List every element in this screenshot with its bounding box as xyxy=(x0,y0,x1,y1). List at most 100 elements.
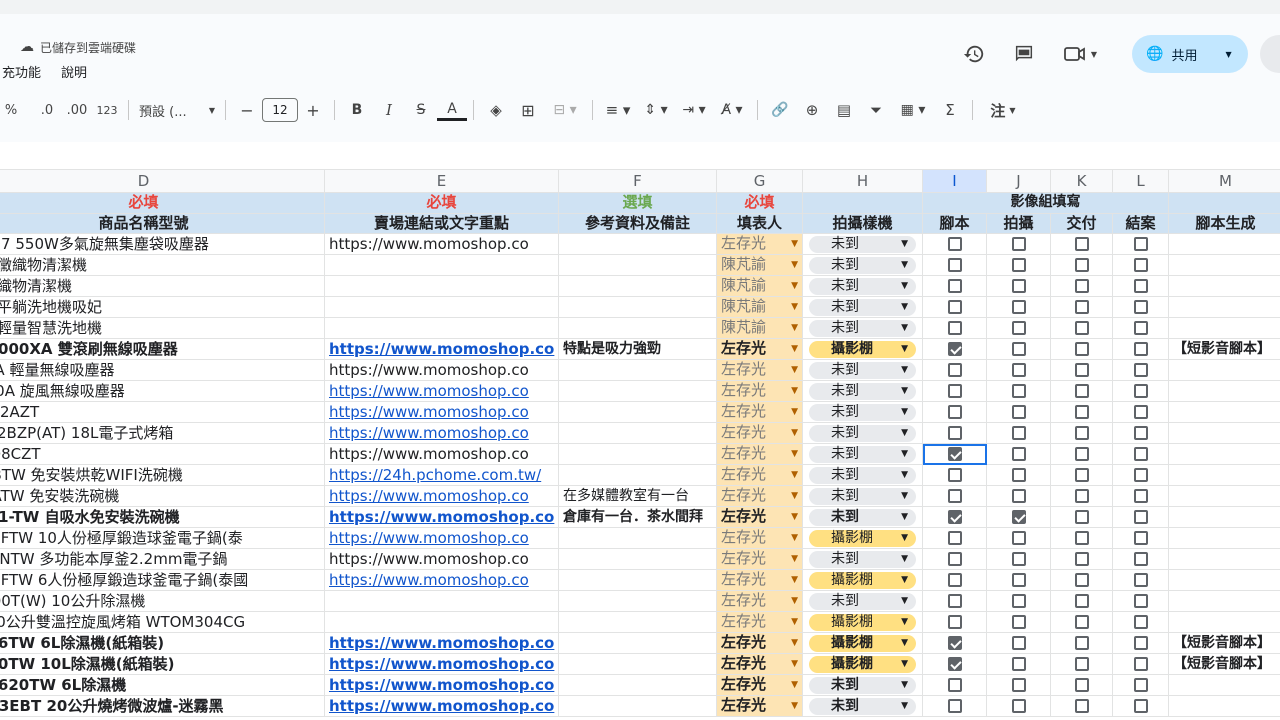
shoot-checkbox[interactable] xyxy=(1011,258,1026,273)
note-cell[interactable] xyxy=(558,674,717,697)
note-cell[interactable] xyxy=(558,695,717,718)
script-checkbox[interactable] xyxy=(947,468,962,483)
product-name-cell[interactable]: EE06TW 6L除濕機(紙箱裝) xyxy=(0,632,325,655)
filler-cell[interactable]: 左存光 ▼ xyxy=(716,380,803,403)
dropdown-arrow-icon[interactable]: ▼ xyxy=(791,466,798,485)
shoot-checkbox[interactable] xyxy=(1011,636,1026,651)
store-link-cell[interactable] xyxy=(324,590,559,613)
vertical-align-icon[interactable]: ⇕ ▾ xyxy=(637,96,675,124)
store-link-cell[interactable]: https://www.momoshop.co xyxy=(324,527,559,550)
shoot-checkbox[interactable] xyxy=(1011,510,1026,525)
deliver-checkbox[interactable] xyxy=(1074,426,1089,441)
column-header-m[interactable]: M xyxy=(1168,169,1280,193)
menu-help[interactable]: 說明 xyxy=(59,62,89,84)
filler-cell[interactable]: 左存光 ▼ xyxy=(716,527,803,550)
meet-video-icon[interactable]: ▼ xyxy=(1056,36,1104,72)
shoot-checkbox[interactable] xyxy=(1011,531,1026,546)
dropdown-arrow-icon[interactable]: ▼ xyxy=(791,445,798,464)
script-checkbox[interactable] xyxy=(947,447,962,462)
note-cell[interactable] xyxy=(558,380,717,403)
close-checkbox[interactable] xyxy=(1133,384,1148,399)
dropdown-arrow-icon[interactable]: ▼ xyxy=(791,697,798,716)
filter-views-icon[interactable]: ▦ ▾ xyxy=(892,96,934,124)
deliver-checkbox[interactable] xyxy=(1074,615,1089,630)
script-gen-cell[interactable] xyxy=(1168,401,1280,424)
product-name-cell[interactable]: MG08CZT xyxy=(0,443,325,466)
note-cell[interactable] xyxy=(558,569,717,592)
filler-cell[interactable]: 左存光 ▼ xyxy=(716,674,803,697)
deliver-checkbox[interactable] xyxy=(1074,363,1089,378)
store-link-cell[interactable]: https://www.momoshop.co xyxy=(324,380,559,403)
column-header-k[interactable]: K xyxy=(1050,169,1113,193)
script-checkbox[interactable] xyxy=(947,657,962,672)
status-chip[interactable]: ▼ 未到 xyxy=(809,235,916,253)
script-checkbox[interactable] xyxy=(947,510,962,525)
dropdown-arrow-icon[interactable]: ▼ xyxy=(791,529,798,548)
sample-status-cell[interactable]: ▼ 未到 xyxy=(802,485,923,508)
shoot-checkbox[interactable] xyxy=(1011,699,1026,714)
dropdown-arrow-icon[interactable]: ▼ xyxy=(791,298,798,317)
note-cell[interactable]: 倉庫有一台．茶水間拜 xyxy=(558,506,717,529)
script-gen-cell[interactable] xyxy=(1168,422,1280,445)
store-link-cell[interactable]: https://www.momoshop.co xyxy=(324,422,559,445)
filler-cell[interactable]: 左存光 ▼ xyxy=(716,422,803,445)
fill-color-icon[interactable]: ◈ xyxy=(480,96,512,124)
column-header-f[interactable]: F xyxy=(558,169,717,193)
close-checkbox[interactable] xyxy=(1133,321,1148,336)
product-name-cell[interactable]: MC32AZT xyxy=(0,401,325,424)
filler-cell[interactable]: 左存光 ▼ xyxy=(716,233,803,256)
script-checkbox[interactable] xyxy=(947,342,962,357)
status-chip[interactable]: ▼ 攝影棚 xyxy=(809,634,916,652)
product-name-cell[interactable]: 女超輕量智慧洗地機 xyxy=(0,317,325,340)
deliver-checkbox[interactable] xyxy=(1074,552,1089,567)
product-name-cell[interactable]: 05T1-TW 自吸水免安裝洗碗機 xyxy=(0,506,325,529)
script-gen-cell[interactable] xyxy=(1168,443,1280,466)
note-cell[interactable] xyxy=(558,275,717,298)
shoot-checkbox[interactable] xyxy=(1011,468,1026,483)
shoot-checkbox[interactable] xyxy=(1011,321,1026,336)
close-checkbox[interactable] xyxy=(1133,657,1148,672)
text-wrapping-icon[interactable]: ⇥ ▾ xyxy=(675,96,713,124)
note-cell[interactable] xyxy=(558,359,717,382)
dropdown-arrow-icon[interactable]: ▼ xyxy=(791,550,798,569)
note-cell[interactable] xyxy=(558,632,717,655)
product-name-cell[interactable]: 8DHNTW 多功能本厚釜2.2mm電子鍋 xyxy=(0,548,325,571)
close-checkbox[interactable] xyxy=(1133,258,1148,273)
status-chip[interactable]: ▼ 未到 xyxy=(809,487,916,505)
product-name-cell[interactable]: EE0620TW 6L除濕機 xyxy=(0,674,325,697)
sample-status-cell[interactable]: ▼ 未到 xyxy=(802,506,923,529)
status-chip[interactable]: ▼ 未到 xyxy=(809,319,916,337)
shoot-checkbox[interactable] xyxy=(1011,279,1026,294)
script-checkbox[interactable] xyxy=(947,321,962,336)
status-chip[interactable]: ▼ 攝影棚 xyxy=(809,529,916,547)
deliver-checkbox[interactable] xyxy=(1074,531,1089,546)
deliver-checkbox[interactable] xyxy=(1074,699,1089,714)
store-link-cell[interactable] xyxy=(324,317,559,340)
shoot-checkbox[interactable] xyxy=(1011,594,1026,609)
product-name-cell[interactable]: 輕型平躺洗地機吸妃 xyxy=(0,296,325,319)
script-checkbox[interactable] xyxy=(947,405,962,420)
script-checkbox[interactable] xyxy=(947,552,962,567)
strikethrough-icon[interactable]: S xyxy=(405,96,437,124)
store-link-cell[interactable]: https://www.momoshop.co xyxy=(324,233,559,256)
deliver-checkbox[interactable] xyxy=(1074,636,1089,651)
insert-chart-icon[interactable]: ▤ xyxy=(828,96,860,124)
column-header-e[interactable]: E xyxy=(324,169,559,193)
status-chip[interactable]: ▼ 未到 xyxy=(809,592,916,610)
close-checkbox[interactable] xyxy=(1133,468,1148,483)
script-gen-cell[interactable] xyxy=(1168,611,1280,634)
status-chip[interactable]: ▼ 未到 xyxy=(809,382,916,400)
script-gen-cell[interactable]: 【短影音腳本】 xyxy=(1168,338,1280,361)
filler-cell[interactable]: 陳芃諭 ▼ xyxy=(716,275,803,298)
percent-icon[interactable]: % xyxy=(0,96,22,124)
store-link-cell[interactable]: https://www.momoshop.co xyxy=(324,632,559,655)
deliver-checkbox[interactable] xyxy=(1074,510,1089,525)
column-header-l[interactable]: L xyxy=(1112,169,1169,193)
close-checkbox[interactable] xyxy=(1133,636,1148,651)
script-gen-cell[interactable] xyxy=(1168,674,1280,697)
sample-status-cell[interactable]: ▼ 未到 xyxy=(802,296,923,319)
note-cell[interactable] xyxy=(558,653,717,676)
sample-status-cell[interactable]: ▼ 未到 xyxy=(802,254,923,277)
script-gen-cell[interactable] xyxy=(1168,527,1280,550)
status-chip[interactable]: ▼ 未到 xyxy=(809,298,916,316)
